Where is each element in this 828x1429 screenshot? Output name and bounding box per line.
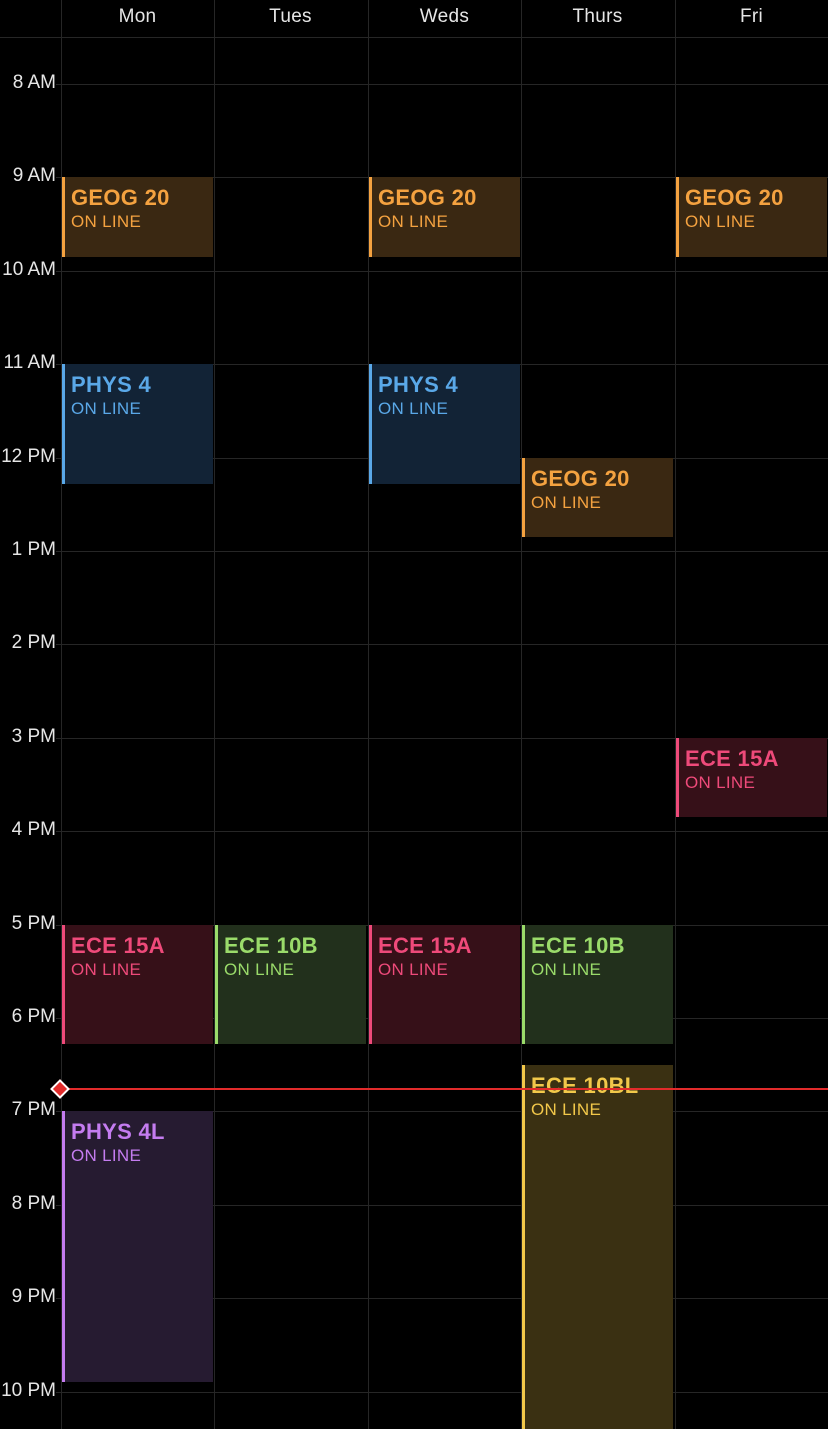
event-title: ECE 15A (378, 933, 472, 958)
time-label: 10 PM (1, 1380, 56, 1401)
time-label: 9 AM (12, 165, 56, 186)
day-header-tues[interactable]: Tues (214, 6, 367, 30)
event-block[interactable]: PHYS 4 ON LINE (369, 364, 520, 484)
event-location: ON LINE (531, 493, 602, 512)
hour-gridline (56, 84, 828, 85)
event-block[interactable]: PHYS 4 ON LINE (62, 364, 213, 484)
event-title: PHYS 4 (378, 372, 459, 397)
event-title: ECE 10B (224, 933, 318, 958)
event-title: ECE 15A (685, 746, 779, 771)
event-title: PHYS 4 (71, 372, 152, 397)
event-location: ON LINE (531, 1100, 602, 1119)
event-title: GEOG 20 (71, 185, 170, 210)
event-title: ECE 10BL (531, 1073, 639, 1098)
event-color-bar (522, 1065, 525, 1429)
event-color-bar (62, 925, 65, 1044)
event-color-bar (62, 1111, 65, 1382)
event-title: PHYS 4L (71, 1119, 165, 1144)
hour-gridline (56, 831, 828, 832)
hour-gridline (56, 1392, 828, 1393)
event-color-bar (369, 364, 372, 484)
time-label: 5 PM (11, 913, 56, 934)
event-block[interactable]: ECE 15A ON LINE (369, 925, 520, 1044)
event-color-bar (676, 738, 679, 817)
event-block[interactable]: ECE 15A ON LINE (62, 925, 213, 1044)
event-title: GEOG 20 (531, 466, 630, 491)
event-location: ON LINE (71, 960, 142, 979)
day-header-thurs[interactable]: Thurs (521, 6, 674, 30)
event-color-bar (215, 925, 218, 1044)
hour-gridline (56, 551, 828, 552)
event-title: GEOG 20 (685, 185, 784, 210)
event-title: ECE 10B (531, 933, 625, 958)
time-label: 8 AM (12, 72, 56, 93)
event-color-bar (369, 925, 372, 1044)
event-color-bar (522, 925, 525, 1044)
event-location: ON LINE (531, 960, 602, 979)
event-color-bar (369, 177, 372, 257)
day-header-weds[interactable]: Weds (368, 6, 521, 30)
event-block[interactable]: GEOG 20 ON LINE (522, 458, 673, 537)
event-block[interactable]: GEOG 20 ON LINE (676, 177, 827, 257)
hour-gridline (56, 271, 828, 272)
event-location: ON LINE (378, 399, 449, 418)
event-block[interactable]: ECE 15A ON LINE (676, 738, 827, 817)
event-color-bar (676, 177, 679, 257)
time-label: 7 PM (11, 1099, 56, 1120)
time-label: 11 AM (3, 352, 56, 373)
event-block[interactable]: GEOG 20 ON LINE (369, 177, 520, 257)
event-color-bar (62, 177, 65, 257)
time-label: 1 PM (11, 539, 56, 560)
current-time-line (62, 1088, 828, 1090)
time-label: 3 PM (11, 726, 56, 747)
day-column-divider (214, 0, 215, 1429)
day-header-mon[interactable]: Mon (61, 6, 214, 30)
event-location: ON LINE (71, 1146, 142, 1165)
header-divider (0, 37, 828, 38)
time-label: 4 PM (11, 819, 56, 840)
event-location: ON LINE (685, 212, 756, 231)
hour-gridline (56, 644, 828, 645)
event-location: ON LINE (378, 212, 449, 231)
event-location: ON LINE (378, 960, 449, 979)
event-color-bar (522, 458, 525, 537)
event-block[interactable]: GEOG 20 ON LINE (62, 177, 213, 257)
time-label: 6 PM (11, 1006, 56, 1027)
event-block[interactable]: PHYS 4L ON LINE (62, 1111, 213, 1382)
current-time-marker-icon (50, 1079, 70, 1099)
event-location: ON LINE (71, 212, 142, 231)
week-calendar: Mon Tues Weds Thurs Fri 8 AM 9 AM 10 AM 11 AM 12… (0, 0, 828, 1429)
event-location: ON LINE (224, 960, 295, 979)
event-location: ON LINE (685, 773, 756, 792)
event-block[interactable]: ECE 10B ON LINE (215, 925, 366, 1044)
time-label: 2 PM (11, 632, 56, 653)
event-location: ON LINE (71, 399, 142, 418)
event-title: GEOG 20 (378, 185, 477, 210)
time-label: 9 PM (11, 1286, 56, 1307)
day-header-fri[interactable]: Fri (675, 6, 828, 30)
event-color-bar (62, 364, 65, 484)
event-block[interactable]: ECE 10BL ON LINE (522, 1065, 673, 1429)
time-label: 8 PM (11, 1193, 56, 1214)
time-label: 10 AM (2, 259, 56, 280)
event-title: ECE 15A (71, 933, 165, 958)
time-label: 12 PM (1, 446, 56, 467)
event-block[interactable]: ECE 10B ON LINE (522, 925, 673, 1044)
